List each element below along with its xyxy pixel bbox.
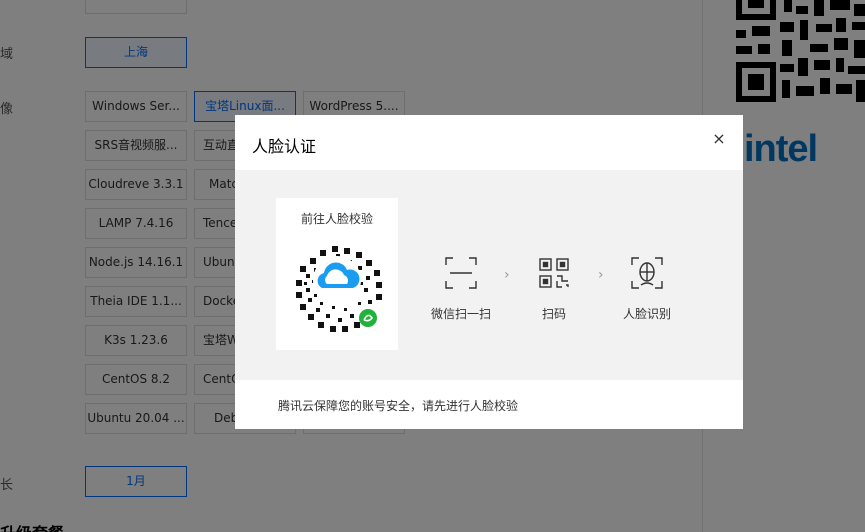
close-icon[interactable]: × xyxy=(711,131,727,147)
qr-card-title: 前往人脸校验 xyxy=(300,212,373,226)
dialog-title: 人脸认证 xyxy=(252,137,317,156)
face-recognition-icon xyxy=(631,257,663,289)
dialog-body: 前往人脸校验 微信扫一扫 › 扫码 › 人脸识别 xyxy=(235,170,743,380)
step-label: 人脸识别 xyxy=(622,307,671,321)
step-face-recognition: 人脸识别 xyxy=(602,257,692,322)
security-notice: 腾讯云保障您的账号安全，请先进行人脸校验 xyxy=(278,399,519,413)
step-wechat-scan: 微信扫一扫 xyxy=(416,257,506,322)
scan-frame-icon xyxy=(445,257,477,289)
step-label: 微信扫一扫 xyxy=(430,307,491,321)
qr-card: 前往人脸校验 xyxy=(276,198,398,350)
qr-code-icon xyxy=(539,258,569,288)
step-label: 扫码 xyxy=(541,307,566,321)
wechat-mini-program-qr-code xyxy=(286,236,388,338)
dialog-header: 人脸认证 × xyxy=(235,115,743,170)
face-verification-dialog: 人脸认证 × 前往人脸校验 微信扫一扫 › 扫码 › 人脸识别 腾讯云保障您的账… xyxy=(235,115,743,429)
step-scan-code: 扫码 xyxy=(509,257,599,322)
